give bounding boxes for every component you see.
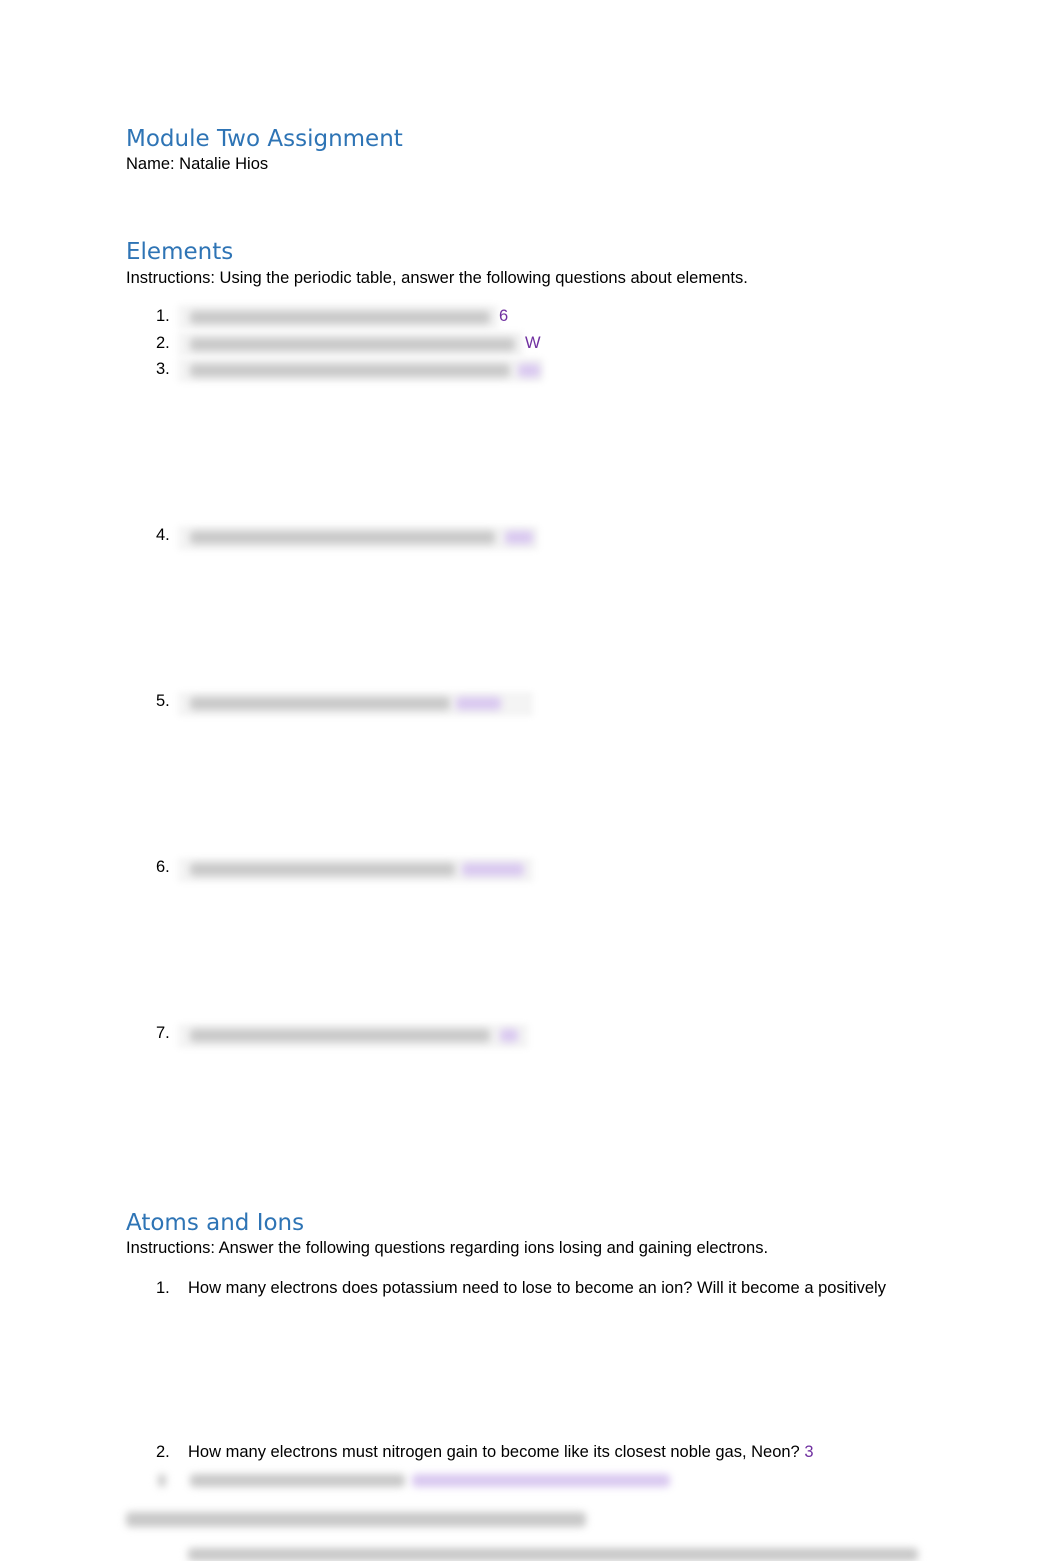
list-number: 2. xyxy=(156,334,170,352)
redacted-answer xyxy=(412,1474,670,1487)
answer: 6 xyxy=(499,307,509,325)
list-number: 7. xyxy=(156,1024,170,1042)
redacted-number xyxy=(158,1474,166,1487)
answer: W xyxy=(525,334,541,352)
redacted-question xyxy=(190,1474,405,1487)
redacted-question xyxy=(190,338,515,351)
redacted-answer xyxy=(462,863,524,876)
question: How many electrons must nitrogen gain to… xyxy=(188,1443,814,1461)
name-line: Name: Natalie Hios xyxy=(126,155,269,173)
redacted-question xyxy=(190,863,455,876)
redacted-answer xyxy=(456,697,501,710)
question: How many electrons does potassium need t… xyxy=(188,1279,886,1297)
atoms-instructions: Instructions: Answer the following quest… xyxy=(126,1239,769,1257)
list-number: 1. xyxy=(156,307,170,325)
redacted-question xyxy=(190,531,495,544)
list-number: 5. xyxy=(156,692,170,710)
redacted-question xyxy=(190,1029,490,1042)
list-number: 2. xyxy=(156,1443,170,1461)
page-title: Module Two Assignment xyxy=(126,126,403,152)
redacted-question xyxy=(190,311,490,324)
answer: 3 xyxy=(804,1443,814,1461)
redacted-question xyxy=(188,1548,918,1561)
list-number: 6. xyxy=(156,858,170,876)
list-number: 1. xyxy=(156,1279,170,1297)
redacted-answer xyxy=(518,364,540,377)
list-number: 4. xyxy=(156,526,170,544)
redacted-answer xyxy=(500,1029,518,1042)
redacted-question xyxy=(190,697,450,710)
elements-heading: Elements xyxy=(126,239,234,265)
redacted-answer xyxy=(505,531,533,544)
redacted-question xyxy=(190,364,510,377)
redacted-instructions xyxy=(126,1512,586,1527)
atoms-heading: Atoms and Ions xyxy=(126,1210,305,1236)
elements-instructions: Instructions: Using the periodic table, … xyxy=(126,269,748,287)
list-number: 3. xyxy=(156,360,170,378)
